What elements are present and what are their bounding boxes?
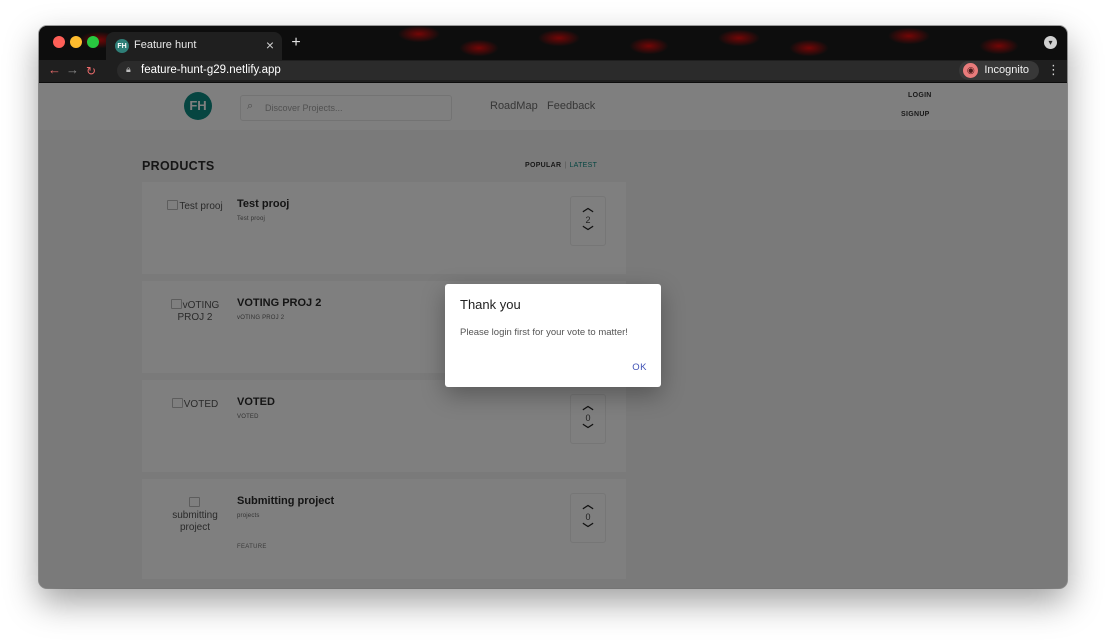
favicon-icon: FH bbox=[115, 39, 129, 53]
back-arrow-icon[interactable]: ← bbox=[48, 62, 61, 78]
browser-toolbar: ← → ↻ 🔒︎ feature-hunt-g29.netlify.app ☆ … bbox=[39, 60, 1067, 83]
close-window-button[interactable] bbox=[53, 36, 65, 48]
login-required-dialog: Thank you Please login first for your vo… bbox=[445, 284, 661, 387]
reload-icon[interactable]: ↻ bbox=[86, 63, 96, 79]
profile-icon[interactable]: ▾ bbox=[1044, 36, 1057, 49]
url-text: feature-hunt-g29.netlify.app bbox=[141, 64, 281, 76]
maximize-window-button[interactable] bbox=[87, 36, 99, 48]
address-bar[interactable]: 🔒︎ feature-hunt-g29.netlify.app ☆ bbox=[117, 61, 1025, 80]
close-tab-icon[interactable]: × bbox=[266, 37, 274, 53]
incognito-label: Incognito bbox=[984, 64, 1029, 76]
menu-dots-icon[interactable]: ⋮ bbox=[1047, 62, 1060, 78]
browser-tab[interactable]: FH Feature hunt × bbox=[106, 32, 282, 60]
dialog-message: Please login first for your vote to matt… bbox=[460, 327, 628, 338]
incognito-badge[interactable]: ◉ Incognito bbox=[959, 61, 1039, 80]
ok-button[interactable]: OK bbox=[628, 360, 651, 375]
forward-arrow-icon[interactable]: → bbox=[66, 62, 79, 78]
lock-icon: 🔒︎ bbox=[126, 64, 131, 74]
new-tab-button[interactable]: + bbox=[287, 34, 305, 52]
browser-window: FH Feature hunt × + ▾ ← → ↻ 🔒︎ feature-h… bbox=[39, 26, 1067, 588]
tab-bar: FH Feature hunt × + ▾ bbox=[39, 26, 1067, 60]
minimize-window-button[interactable] bbox=[70, 36, 82, 48]
incognito-icon: ◉ bbox=[963, 63, 979, 78]
tab-title: Feature hunt bbox=[134, 39, 197, 51]
dialog-title: Thank you bbox=[460, 297, 521, 312]
page-viewport: FH ⌕ RoadMap Feedback LOGIN SIGNUP PRODU… bbox=[39, 83, 1067, 588]
